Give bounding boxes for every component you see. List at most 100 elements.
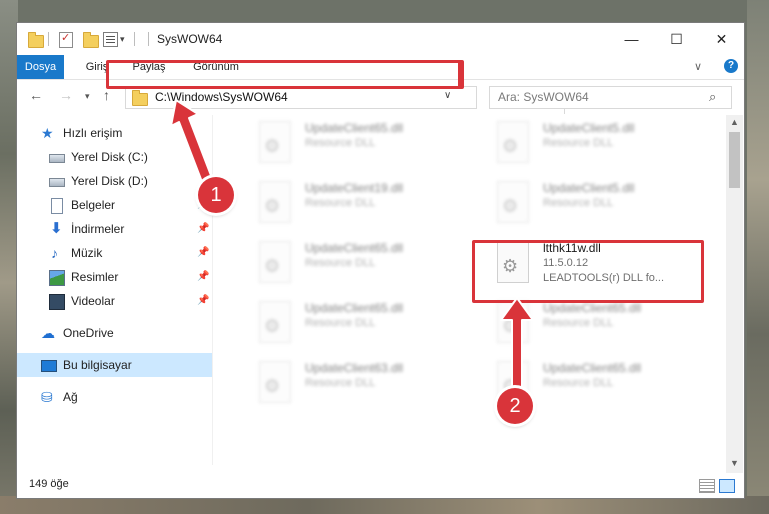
search-icon[interactable]: ⌕ bbox=[709, 89, 716, 105]
folder-icon bbox=[28, 32, 44, 48]
file-type: Resource DLL bbox=[305, 377, 376, 389]
toolbar-separator bbox=[48, 32, 49, 46]
file-name: UpdateClient5.dll bbox=[543, 121, 635, 135]
file-type: Resource DLL bbox=[305, 317, 376, 329]
sidebar-item-downloads[interactable]: ⬇ İndirmeler 📌 bbox=[17, 217, 212, 241]
dll-file-icon bbox=[259, 181, 291, 223]
file-type: Resource DLL bbox=[305, 257, 376, 269]
sidebar-item-label: Hızlı erişim bbox=[63, 126, 123, 140]
toolbar-separator bbox=[134, 32, 135, 46]
pin-icon[interactable]: 📌 bbox=[197, 265, 209, 289]
sidebar-item-this-pc[interactable]: Bu bilgisayar bbox=[17, 353, 212, 377]
title-bar: ▾ SysWOW64 — ☐ ✕ bbox=[17, 23, 744, 55]
sidebar-item-label: Belgeler bbox=[71, 198, 116, 212]
window-title: SysWOW64 bbox=[157, 32, 223, 46]
star-icon: ★ bbox=[41, 125, 54, 141]
list-item[interactable]: UpdateClient5.dll Resource DLL bbox=[471, 177, 691, 233]
video-icon bbox=[49, 294, 65, 310]
list-item[interactable]: UpdateClient63.dll Resource DLL bbox=[233, 357, 453, 413]
quick-access-customize-icon[interactable] bbox=[103, 32, 118, 47]
dll-file-icon bbox=[259, 361, 291, 403]
ribbon-expand-icon[interactable]: ∨ bbox=[694, 60, 702, 73]
drive-icon bbox=[49, 178, 65, 187]
details-view-icon[interactable] bbox=[699, 479, 715, 493]
sidebar-item-label: Müzik bbox=[71, 246, 103, 260]
sidebar-item-pictures[interactable]: Resimler 📌 bbox=[17, 265, 212, 289]
address-history-chevron-icon[interactable]: ∨ bbox=[444, 90, 451, 101]
sidebar-item-documents[interactable]: Belgeler 📌 bbox=[17, 193, 212, 217]
computer-icon bbox=[41, 360, 57, 372]
sidebar-item-label: Resimler bbox=[71, 270, 119, 284]
new-folder-icon[interactable] bbox=[83, 32, 99, 48]
network-icon: ⛁ bbox=[41, 389, 53, 405]
item-count: 149 öğe bbox=[29, 478, 69, 490]
dll-file-icon bbox=[497, 181, 529, 223]
recent-locations-chevron-icon[interactable]: ▾ bbox=[85, 91, 90, 102]
sidebar-item-label: Ağ bbox=[63, 390, 78, 404]
desktop-background-left bbox=[0, 0, 18, 514]
desktop-background-right bbox=[747, 0, 769, 514]
sidebar-item-label: OneDrive bbox=[63, 326, 114, 340]
minimize-button[interactable]: — bbox=[609, 23, 654, 55]
pin-icon[interactable]: 📌 bbox=[197, 241, 209, 265]
arrow-pointer-2-icon bbox=[500, 297, 534, 389]
list-item[interactable]: UpdateClient5.dll Resource DLL bbox=[471, 117, 691, 173]
forward-arrow-icon[interactable]: → bbox=[59, 87, 73, 103]
cloud-icon: ☁ bbox=[41, 325, 55, 341]
scrollbar-thumb[interactable] bbox=[729, 132, 740, 188]
sidebar-item-music[interactable]: ♪ Müzik 📌 bbox=[17, 241, 212, 265]
file-name: UpdateClient65.dll bbox=[305, 121, 404, 135]
properties-checkmark-icon[interactable] bbox=[59, 31, 73, 48]
sidebar-item-label: Yerel Disk (C:) bbox=[71, 150, 148, 164]
dll-file-icon bbox=[497, 121, 529, 163]
back-arrow-icon[interactable]: ← bbox=[29, 87, 43, 103]
maximize-button[interactable]: ☐ bbox=[654, 23, 699, 55]
music-icon: ♪ bbox=[51, 245, 58, 261]
address-folder-icon bbox=[132, 90, 148, 106]
pictures-icon bbox=[49, 270, 65, 286]
pin-icon[interactable]: 📌 bbox=[197, 289, 209, 313]
list-item[interactable]: UpdateClient19.dll Resource DLL bbox=[233, 177, 453, 233]
large-icons-view-icon[interactable] bbox=[719, 479, 735, 493]
file-name: UpdateClient65.dll bbox=[305, 301, 404, 315]
close-button[interactable]: ✕ bbox=[699, 23, 744, 55]
sidebar-item-onedrive[interactable]: ☁ OneDrive bbox=[17, 321, 212, 345]
sidebar-item-label: Yerel Disk (D:) bbox=[71, 174, 148, 188]
drive-icon bbox=[49, 154, 65, 163]
file-type: Resource DLL bbox=[305, 137, 376, 149]
dll-file-highlight bbox=[472, 240, 704, 303]
tab-file[interactable]: Dosya bbox=[17, 55, 64, 79]
dll-file-icon bbox=[259, 301, 291, 343]
sidebar-item-label: Videolar bbox=[71, 294, 115, 308]
file-type: Resource DLL bbox=[543, 197, 614, 209]
list-item[interactable]: UpdateClient65.dll Resource DLL bbox=[233, 297, 453, 353]
list-item[interactable]: UpdateClient65.dll Resource DLL bbox=[233, 237, 453, 293]
search-input[interactable]: Ara: SysWOW64 bbox=[498, 90, 589, 104]
file-name: UpdateClient19.dll bbox=[305, 181, 404, 195]
desktop-background-bottom bbox=[0, 496, 769, 514]
file-name: UpdateClient65.dll bbox=[543, 361, 642, 375]
address-bar-highlight bbox=[106, 60, 464, 89]
vertical-scrollbar[interactable]: ▲ ▼ bbox=[726, 115, 743, 473]
file-type: Resource DLL bbox=[305, 197, 376, 209]
search-box[interactable]: Ara: SysWOW64 ⌕ bbox=[489, 86, 732, 109]
sidebar-item-label: Bu bilgisayar bbox=[63, 358, 132, 372]
step-2-badge: 2 bbox=[497, 388, 533, 424]
step-1-badge: 1 bbox=[198, 177, 234, 213]
up-arrow-icon[interactable]: ↑ bbox=[103, 87, 110, 103]
help-button[interactable]: ? bbox=[724, 59, 738, 73]
scroll-up-icon[interactable]: ▲ bbox=[730, 117, 739, 127]
sidebar-item-network[interactable]: ⛁ Ağ bbox=[17, 385, 212, 409]
download-icon: ⬇ bbox=[50, 220, 63, 237]
pin-icon[interactable]: 📌 bbox=[197, 217, 209, 241]
sidebar-item-videos[interactable]: Videolar 📌 bbox=[17, 289, 212, 313]
file-name: UpdateClient65.dll bbox=[305, 241, 404, 255]
dll-file-icon bbox=[259, 121, 291, 163]
file-name: UpdateClient5.dll bbox=[543, 181, 635, 195]
document-icon bbox=[51, 198, 63, 214]
chevron-down-icon[interactable]: ▾ bbox=[120, 34, 125, 45]
list-item[interactable]: UpdateClient65.dll Resource DLL bbox=[233, 117, 453, 173]
scroll-down-icon[interactable]: ▼ bbox=[730, 458, 739, 468]
file-type: Resource DLL bbox=[543, 377, 614, 389]
refresh-highlight bbox=[436, 60, 461, 89]
